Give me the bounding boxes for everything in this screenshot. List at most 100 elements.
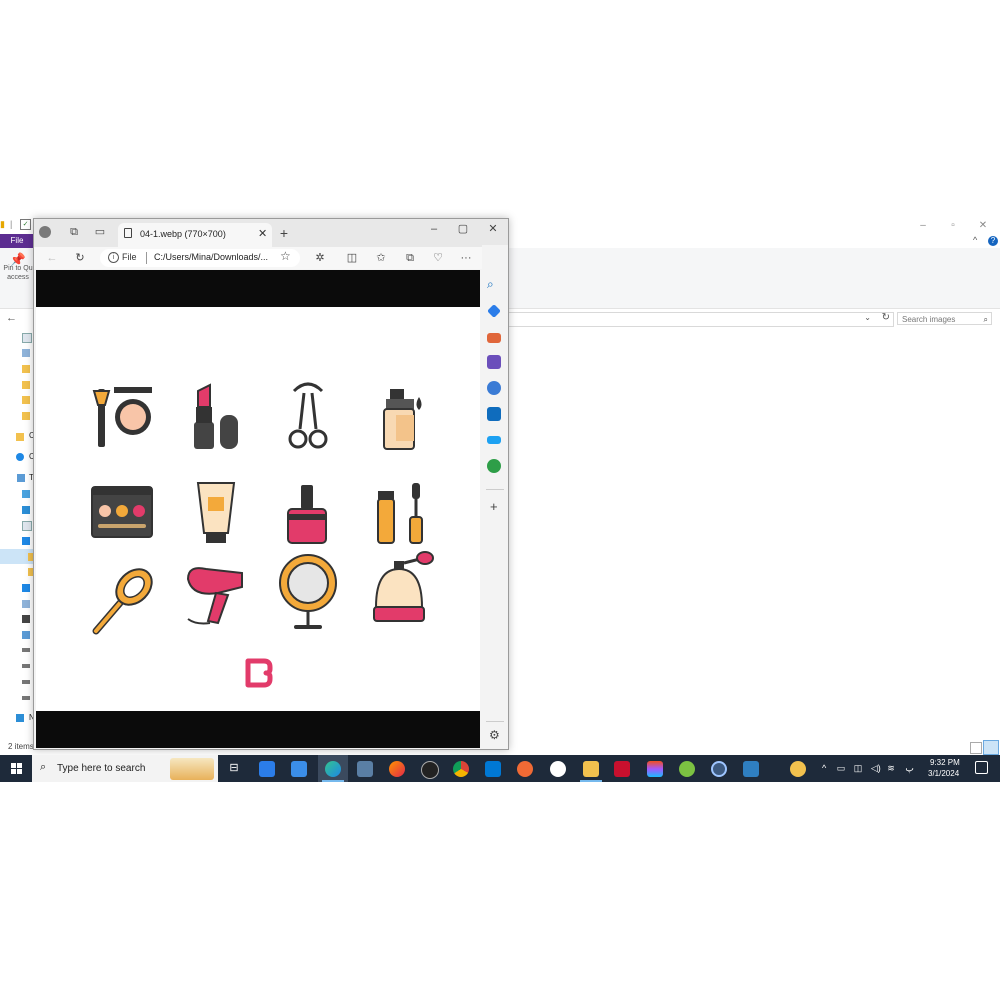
volume-icon[interactable]: ◁) [871, 763, 881, 773]
edge-icon[interactable] [325, 761, 341, 777]
workspaces-icon[interactable]: ⧉ [66, 224, 82, 240]
send-icon[interactable] [487, 436, 501, 444]
folder-icon[interactable] [22, 396, 30, 404]
folder-icon[interactable] [22, 381, 30, 389]
address-bar[interactable]: ⌄ ↻ [508, 312, 894, 327]
pictures-icon[interactable] [22, 349, 30, 357]
calculator-icon[interactable] [357, 761, 373, 777]
close-tab-icon[interactable]: ✕ [258, 227, 267, 240]
extensions-icon[interactable]: ✲ [312, 250, 328, 266]
performance-icon[interactable]: ♡ [430, 250, 446, 266]
vscode-icon[interactable] [485, 761, 501, 777]
maximize-button[interactable]: ▫ [938, 219, 968, 233]
new-tab-button[interactable]: + [276, 225, 292, 241]
clock-time[interactable]: 9:32 PM [930, 758, 960, 767]
details-view-button[interactable] [970, 742, 982, 754]
wifi-icon[interactable]: ≋ [887, 763, 895, 773]
desktop-icon[interactable] [22, 506, 30, 514]
collections-icon[interactable]: ⧉ [402, 250, 418, 266]
photos-icon[interactable] [743, 761, 759, 777]
search-images-input[interactable]: Search images ⌕ [897, 312, 992, 325]
back-arrow-icon[interactable]: ← [6, 312, 17, 324]
mail-icon[interactable] [291, 761, 307, 777]
input-language[interactable]: پ [905, 763, 913, 773]
3d-objects-icon[interactable] [22, 490, 30, 498]
minimize-button[interactable]: – [426, 221, 442, 237]
pictures-icon[interactable] [22, 600, 30, 608]
sidebar-divider [486, 489, 504, 490]
favorite-star-icon[interactable]: ☆ [280, 249, 291, 263]
pin-to-quick-access-button[interactable]: 📌 Pin to Qu access [3, 253, 33, 282]
search-icon[interactable]: ⌕ [487, 277, 501, 291]
microsoft-365-icon[interactable] [487, 381, 501, 395]
battery-icon[interactable]: ▭ [837, 763, 846, 773]
weather-icon[interactable] [790, 761, 806, 777]
chevron-down-icon[interactable]: ⌄ [864, 313, 871, 322]
help-icon[interactable]: ? [988, 236, 998, 246]
tools-briefcase-icon[interactable] [487, 333, 501, 343]
search-highlight-image[interactable] [170, 758, 214, 780]
drive-icon[interactable] [22, 664, 30, 668]
network-icon[interactable] [16, 714, 24, 722]
checkbox-icon[interactable]: ✓ [20, 219, 31, 230]
task-view-icon[interactable]: ⊟ [226, 761, 242, 777]
app-icon-blue-ring[interactable] [711, 761, 727, 777]
drive-icon[interactable] [22, 648, 30, 652]
tab-actions-icon[interactable]: ▭ [92, 224, 108, 240]
maximize-button[interactable]: ▢ [455, 221, 471, 237]
ribbon-file-tab[interactable]: File [0, 234, 34, 248]
tree-icon[interactable] [487, 459, 501, 473]
file-explorer-icon[interactable] [583, 761, 599, 777]
chat-app-icon[interactable] [679, 761, 695, 777]
outlook-icon[interactable] [487, 407, 501, 421]
meet-icon[interactable]: ◫ [854, 763, 863, 773]
acrobat-icon[interactable] [614, 761, 630, 777]
refresh-icon[interactable]: ↻ [882, 312, 890, 323]
more-options-icon[interactable]: ··· [458, 250, 474, 266]
folder-icon[interactable] [22, 365, 30, 373]
refresh-icon[interactable]: ↻ [72, 250, 88, 266]
tab-image[interactable]: 04-1.webp (770×700) ✕ [118, 223, 272, 247]
back-icon[interactable]: ← [44, 250, 60, 266]
address-bar[interactable]: i File C:/Users/Mina/Downloads/... ☆ [100, 249, 300, 267]
clock-date[interactable]: 3/1/2024 [928, 769, 959, 778]
info-icon[interactable]: i [108, 252, 119, 263]
chevron-up-icon[interactable]: ^ [822, 763, 826, 773]
games-icon[interactable] [487, 355, 501, 369]
close-button[interactable]: ✕ [968, 219, 998, 233]
media-player-icon[interactable] [421, 761, 439, 779]
large-icons-view-button[interactable] [983, 740, 999, 755]
folder-icon[interactable] [22, 412, 30, 420]
close-window-button[interactable]: ✕ [485, 221, 501, 237]
app-icon-orange[interactable] [517, 761, 533, 777]
this-pc-icon[interactable] [17, 474, 25, 482]
downloads-icon[interactable] [22, 537, 30, 545]
quick-access-icon[interactable]: | [10, 219, 12, 229]
minimize-button[interactable]: – [908, 219, 938, 233]
shopping-tag-icon[interactable] [487, 304, 501, 318]
onedrive-icon[interactable] [16, 453, 24, 461]
videos-icon[interactable] [22, 615, 30, 623]
chevron-up-icon[interactable]: ^ [973, 235, 983, 245]
chrome-icon[interactable] [453, 761, 469, 777]
music-icon[interactable] [22, 584, 30, 592]
folder-icon[interactable] [16, 433, 24, 441]
store-icon[interactable] [259, 761, 275, 777]
taskbar-search-input[interactable]: ⌕ Type here to search [32, 755, 218, 782]
drive-icon[interactable] [22, 680, 30, 684]
firefox-icon[interactable] [389, 761, 405, 777]
settings-gear-icon[interactable]: ⚙ [489, 728, 500, 742]
start-button[interactable] [0, 755, 32, 782]
notification-center-icon[interactable] [975, 761, 988, 774]
app-icon-white[interactable] [550, 761, 566, 777]
split-screen-icon[interactable]: ◫ [344, 250, 360, 266]
drive-icon[interactable] [22, 696, 30, 700]
document-icon[interactable] [22, 333, 32, 343]
figma-icon[interactable] [647, 761, 663, 777]
documents-icon[interactable] [22, 521, 32, 531]
local-disk-icon[interactable] [22, 631, 30, 639]
add-icon[interactable]: + [490, 499, 498, 514]
favorites-icon[interactable]: ✩ [373, 250, 389, 266]
profile-avatar[interactable] [39, 226, 51, 238]
system-tray[interactable]: ^ ▭ ◫ ◁) ≋ پ [822, 763, 914, 774]
